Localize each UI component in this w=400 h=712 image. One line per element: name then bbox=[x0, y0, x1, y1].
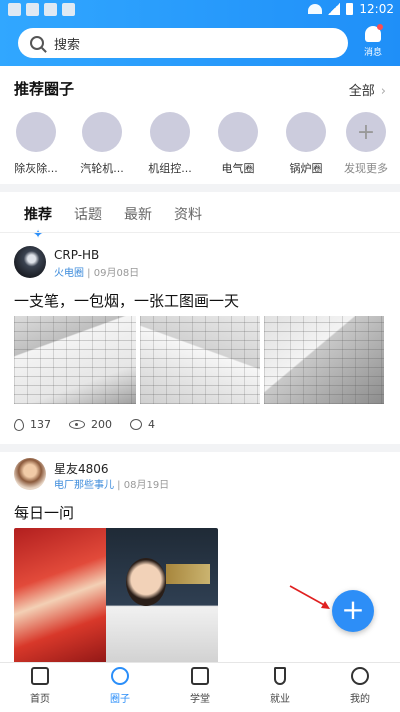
annotation-arrow-icon bbox=[289, 585, 330, 609]
status-time: 12:02 bbox=[359, 2, 394, 16]
circle-label: 除灰除... bbox=[14, 162, 58, 175]
bell-icon bbox=[365, 24, 383, 42]
tab-topics[interactable]: 话题 bbox=[74, 204, 102, 224]
plus-icon: + bbox=[341, 593, 365, 626]
view-all-circles-link[interactable]: 全部 › bbox=[349, 80, 386, 99]
home-icon bbox=[31, 667, 49, 685]
photo-right bbox=[106, 528, 218, 668]
circle-avatar bbox=[82, 112, 122, 152]
nav-label: 就业 bbox=[270, 694, 290, 705]
gallery-icon bbox=[44, 3, 57, 16]
avatar[interactable] bbox=[14, 246, 46, 278]
tab-recommended[interactable]: 推荐 bbox=[24, 204, 52, 224]
post-author[interactable]: 星友4806 bbox=[54, 460, 109, 477]
circle-avatar bbox=[150, 112, 190, 152]
post-author[interactable]: CRP-HB bbox=[54, 248, 99, 262]
nav-label: 我的 bbox=[350, 694, 370, 705]
nav-home[interactable]: 首页 bbox=[10, 667, 70, 705]
plus-icon: + bbox=[346, 112, 386, 152]
post-circle-link[interactable]: 电厂那些事儿 bbox=[54, 480, 114, 491]
circle-item[interactable]: 机组控... bbox=[142, 112, 198, 176]
nav-academy[interactable]: 学堂 bbox=[170, 667, 230, 705]
view-count: 200 bbox=[91, 418, 112, 431]
notification-icon bbox=[62, 3, 75, 16]
circle-label: 机组控... bbox=[148, 162, 192, 175]
top-header: 12:02 搜索 消息 bbox=[0, 0, 400, 66]
circle-item[interactable]: 除灰除... bbox=[8, 112, 64, 176]
messages-button[interactable]: 消息 bbox=[358, 24, 388, 58]
status-bar: 12:02 bbox=[0, 0, 400, 20]
post-separator bbox=[0, 444, 400, 452]
post-image[interactable] bbox=[264, 316, 384, 404]
view-stat: 200 bbox=[69, 418, 112, 431]
post-text: 每日一问 bbox=[14, 504, 75, 522]
circle-label: 发现更多 bbox=[344, 162, 388, 175]
circle-list: 除灰除... 汽轮机... 机组控... 电气圈 锅炉圈 + 发现更多 bbox=[8, 112, 400, 180]
section-title: 推荐圈子 bbox=[14, 80, 75, 98]
post-date: 09月08日 bbox=[93, 268, 140, 279]
tab-underline bbox=[0, 232, 400, 233]
book-icon bbox=[191, 667, 209, 685]
nav-label: 圈子 bbox=[110, 694, 130, 705]
post-circle-link[interactable]: 火电圈 bbox=[54, 268, 84, 279]
refresh-circle-icon bbox=[111, 667, 129, 685]
active-tab-indicator-icon: ✦ bbox=[33, 227, 44, 241]
feed-tabs: 推荐 话题 最新 资料 bbox=[0, 200, 400, 236]
post-image[interactable] bbox=[140, 316, 260, 404]
fire-icon bbox=[14, 418, 24, 431]
comment-count: 4 bbox=[148, 418, 155, 431]
circle-item[interactable]: 锅炉圈 bbox=[278, 112, 334, 176]
view-all-label: 全部 bbox=[348, 84, 375, 99]
tab-materials[interactable]: 资料 bbox=[174, 204, 202, 224]
nav-label: 学堂 bbox=[190, 694, 210, 705]
eye-icon bbox=[69, 420, 85, 429]
nav-me[interactable]: 我的 bbox=[330, 667, 390, 705]
search-icon bbox=[30, 36, 44, 50]
nav-circles[interactable]: 圈子 bbox=[90, 667, 150, 705]
tab-latest[interactable]: 最新 bbox=[124, 204, 152, 224]
post-stats: 137 200 4 bbox=[14, 418, 173, 431]
search-input[interactable]: 搜索 bbox=[18, 28, 348, 58]
nav-jobs[interactable]: 就业 bbox=[250, 667, 310, 705]
notification-icon bbox=[26, 3, 39, 16]
circle-label: 汽轮机... bbox=[80, 162, 124, 175]
status-right: 12:02 bbox=[308, 2, 394, 16]
nav-label: 首页 bbox=[30, 694, 50, 705]
comment-icon bbox=[130, 419, 142, 430]
bottom-nav: 首页 圈子 学堂 就业 我的 bbox=[0, 662, 400, 712]
tie-icon bbox=[274, 667, 286, 685]
like-stat[interactable]: 137 bbox=[14, 418, 51, 431]
photo-left bbox=[14, 528, 106, 668]
wifi-icon bbox=[308, 4, 323, 14]
circle-avatar bbox=[16, 112, 56, 152]
post-image[interactable] bbox=[14, 316, 136, 404]
section-divider bbox=[0, 184, 400, 192]
comment-stat[interactable]: 4 bbox=[130, 418, 155, 431]
post-text: 一支笔，一包烟，一张工图画一天 bbox=[14, 292, 240, 310]
circle-label: 锅炉圈 bbox=[289, 162, 323, 175]
messages-label: 消息 bbox=[363, 48, 382, 58]
chevron-right-icon: › bbox=[380, 84, 386, 99]
post-date: 08月19日 bbox=[123, 480, 170, 491]
circle-item[interactable]: 汽轮机... bbox=[74, 112, 130, 176]
post-meta: 火电圈 | 09月08日 bbox=[54, 268, 140, 279]
unread-dot bbox=[377, 24, 383, 30]
battery-icon bbox=[346, 3, 354, 15]
circle-label: 电气圈 bbox=[221, 162, 255, 175]
circle-avatar bbox=[286, 112, 326, 152]
search-placeholder: 搜索 bbox=[54, 37, 81, 53]
person-icon bbox=[351, 667, 369, 685]
create-post-button[interactable]: + bbox=[332, 590, 374, 632]
avatar[interactable] bbox=[14, 458, 46, 490]
circle-avatar bbox=[218, 112, 258, 152]
circle-item[interactable]: 电气圈 bbox=[210, 112, 266, 176]
like-count: 137 bbox=[30, 418, 51, 431]
signal-icon bbox=[328, 3, 341, 15]
notification-icon bbox=[8, 3, 21, 16]
post-meta: 电厂那些事儿 | 08月19日 bbox=[54, 480, 170, 491]
post-image[interactable] bbox=[14, 528, 218, 668]
discover-more-button[interactable]: + 发现更多 bbox=[338, 112, 394, 176]
